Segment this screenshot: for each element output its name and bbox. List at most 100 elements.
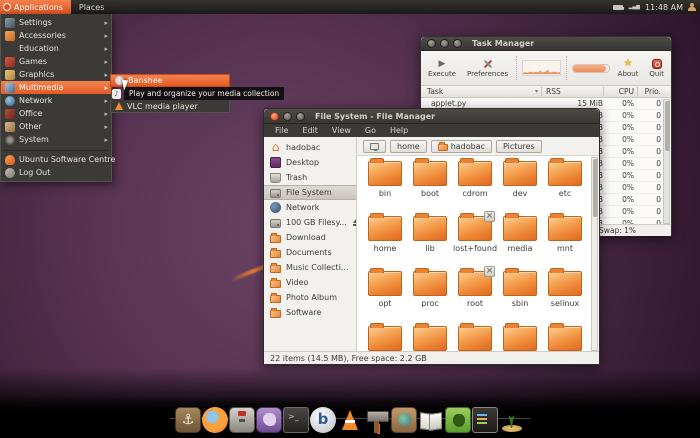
maximize-button[interactable] bbox=[296, 112, 305, 121]
places-label: Places bbox=[79, 3, 104, 12]
folder-sbin[interactable]: sbin bbox=[499, 271, 541, 325]
folder-home[interactable]: home bbox=[364, 216, 406, 270]
column-prio[interactable]: Prio. bbox=[637, 87, 663, 96]
sidebar-item-music-collecti[interactable]: Music Collecti... bbox=[264, 260, 356, 275]
sidebar-item-software[interactable]: Software bbox=[264, 305, 356, 320]
menu-item-ubuntu-software-centre[interactable]: Ubuntu Software Centre bbox=[1, 153, 111, 166]
file-grid-scrollbar[interactable] bbox=[591, 157, 598, 351]
breadcrumb-filesystem-root[interactable] bbox=[363, 140, 386, 153]
column-task[interactable]: Task ▾ bbox=[421, 87, 541, 96]
task-manager-titlebar[interactable]: Task Manager bbox=[421, 37, 671, 51]
column-cpu[interactable]: CPU bbox=[603, 87, 637, 96]
sidebar-item-download[interactable]: Download bbox=[264, 230, 356, 245]
folder-selinux[interactable]: selinux bbox=[544, 271, 586, 325]
folder-partial[interactable] bbox=[544, 326, 586, 351]
file-manager-titlebar[interactable]: File System - File Manager bbox=[264, 109, 599, 124]
battery-icon[interactable] bbox=[613, 5, 623, 10]
folder-bin[interactable]: bin bbox=[364, 161, 406, 215]
menu-file[interactable]: File bbox=[268, 126, 295, 135]
folder-opt[interactable]: opt bbox=[364, 271, 406, 325]
menu-item-games[interactable]: Games▸ bbox=[1, 55, 111, 68]
gnu-app-icon[interactable] bbox=[445, 407, 471, 433]
package-installer-icon[interactable] bbox=[229, 407, 255, 433]
maximize-button[interactable] bbox=[453, 39, 462, 48]
sidebar-item-network[interactable]: Network bbox=[264, 200, 356, 215]
dictionary-icon[interactable] bbox=[418, 407, 444, 433]
menu-view[interactable]: View bbox=[325, 126, 358, 135]
menu-item-education[interactable]: Education▸ bbox=[1, 42, 111, 55]
vlc-icon[interactable] bbox=[337, 407, 363, 433]
scrollbar-thumb[interactable] bbox=[593, 159, 598, 217]
sidebar-item-trash[interactable]: Trash bbox=[264, 170, 356, 185]
places-menu-button[interactable]: Places bbox=[71, 0, 112, 14]
folder-dev[interactable]: dev bbox=[499, 161, 541, 215]
folder-media[interactable]: media bbox=[499, 216, 541, 270]
folder-lib[interactable]: lib bbox=[409, 216, 451, 270]
folder-root[interactable]: ×root bbox=[454, 271, 496, 325]
signpost-app-icon[interactable] bbox=[364, 407, 390, 433]
folder-partial[interactable] bbox=[409, 326, 451, 351]
island-app-icon[interactable] bbox=[499, 407, 525, 433]
menu-item-network[interactable]: Network▸ bbox=[1, 94, 111, 107]
other-icon bbox=[5, 122, 15, 132]
menu-item-other[interactable]: Other▸ bbox=[1, 120, 111, 133]
terminal-icon[interactable] bbox=[283, 407, 309, 433]
column-rss[interactable]: RSS bbox=[541, 87, 603, 96]
folder-partial[interactable] bbox=[499, 326, 541, 351]
menu-go[interactable]: Go bbox=[358, 126, 383, 135]
scrollbar-thumb[interactable] bbox=[665, 101, 670, 151]
folder-cdrom[interactable]: cdrom bbox=[454, 161, 496, 215]
wifi-icon[interactable]: ▂▄▆ bbox=[628, 4, 640, 10]
breadcrumb-pictures[interactable]: Pictures bbox=[496, 140, 542, 153]
menu-item-accessories[interactable]: Accessories▸ bbox=[1, 29, 111, 42]
menu-edit[interactable]: Edit bbox=[295, 126, 325, 135]
submenu-item-vlc[interactable]: VLC media player bbox=[110, 100, 230, 113]
folder-lost-found[interactable]: ×lost+found bbox=[454, 216, 496, 270]
cell-cpu: 0% bbox=[603, 123, 637, 132]
menu-item-graphics[interactable]: Graphics▸ bbox=[1, 68, 111, 81]
preferences-button[interactable]: Preferences bbox=[464, 57, 511, 79]
banshee-icon[interactable] bbox=[310, 407, 336, 433]
sidebar-item-documents[interactable]: Documents bbox=[264, 245, 356, 260]
breadcrumb-hadobac[interactable]: hadobac bbox=[431, 140, 492, 153]
folder-mnt[interactable]: mnt bbox=[544, 216, 586, 270]
applications-menu-button[interactable]: Applications bbox=[0, 0, 71, 14]
folder-etc[interactable]: etc bbox=[544, 161, 586, 215]
quit-button[interactable]: Quit bbox=[646, 57, 667, 79]
sidebar-item-file-system[interactable]: File System bbox=[264, 185, 356, 200]
menu-item-label: Settings bbox=[19, 18, 52, 27]
close-button[interactable] bbox=[427, 39, 436, 48]
sidebar-item-photo-album[interactable]: Photo Album bbox=[264, 290, 356, 305]
menu-item-system[interactable]: System▸ bbox=[1, 133, 111, 146]
task-scrollbar[interactable] bbox=[663, 99, 670, 224]
anchor-app-icon[interactable] bbox=[175, 407, 201, 433]
folder-boot[interactable]: boot bbox=[409, 161, 451, 215]
close-button[interactable] bbox=[270, 112, 279, 121]
software-centre-icon bbox=[5, 155, 15, 165]
menu-item-log-out[interactable]: Log Out bbox=[1, 166, 111, 179]
sidebar-item-hadobac[interactable]: ⌂hadobac bbox=[264, 140, 356, 155]
eject-icon[interactable] bbox=[352, 219, 353, 227]
folder-partial[interactable] bbox=[454, 326, 496, 351]
sidebar-item-video[interactable]: Video bbox=[264, 275, 356, 290]
sidebar-item-desktop[interactable]: Desktop bbox=[264, 155, 356, 170]
execute-button[interactable]: ▶ Execute bbox=[425, 57, 459, 79]
minimize-button[interactable] bbox=[440, 39, 449, 48]
firefox-icon[interactable] bbox=[202, 407, 228, 433]
console-app-icon[interactable] bbox=[472, 407, 498, 433]
minimize-button[interactable] bbox=[283, 112, 292, 121]
folder-proc[interactable]: proc bbox=[409, 271, 451, 325]
clock[interactable]: 11:48 AM bbox=[645, 3, 683, 12]
pidgin-icon[interactable] bbox=[256, 407, 282, 433]
menu-item-office[interactable]: Office▸ bbox=[1, 107, 111, 120]
cell-prio: 0 bbox=[637, 171, 663, 180]
sidebar-item-100-gb-filesy[interactable]: 100 GB Filesy... bbox=[264, 215, 356, 230]
software-store-icon[interactable] bbox=[391, 407, 417, 433]
user-icon[interactable] bbox=[688, 3, 696, 11]
menu-item-settings[interactable]: Settings▸ bbox=[1, 16, 111, 29]
menu-item-multimedia[interactable]: Multimedia▸ bbox=[1, 81, 111, 94]
menu-help[interactable]: Help bbox=[383, 126, 415, 135]
breadcrumb-home[interactable]: home bbox=[390, 140, 427, 153]
folder-partial[interactable] bbox=[364, 326, 406, 351]
about-button[interactable]: ★ About bbox=[615, 57, 642, 79]
